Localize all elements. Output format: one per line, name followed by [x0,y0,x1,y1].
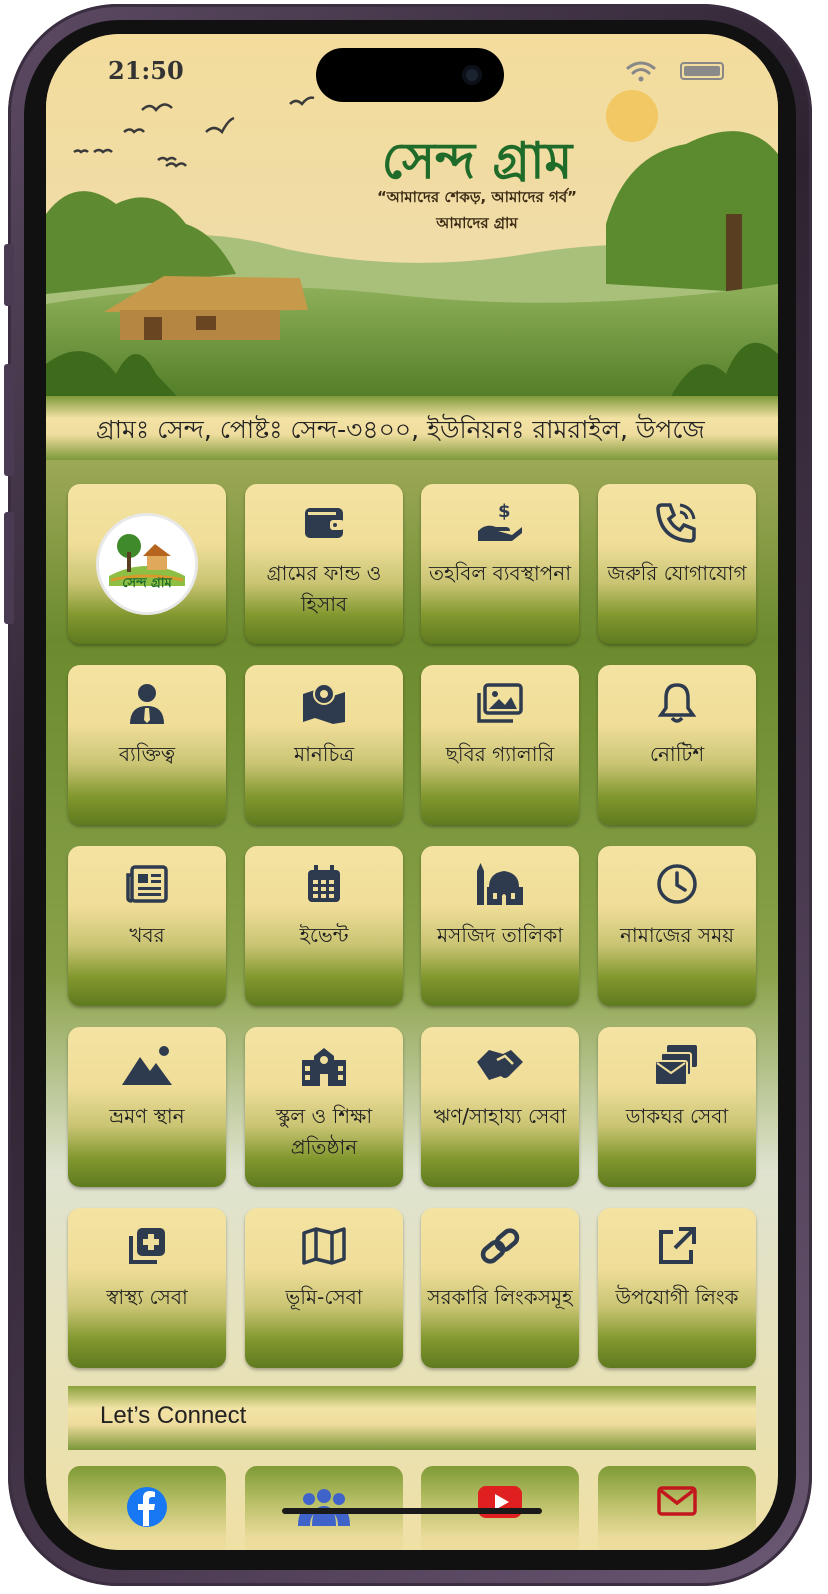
loan-help-tile[interactable]: ঋণ/সাহায্য সেবা [421,1027,579,1187]
email-button[interactable] [598,1466,756,1550]
external-link-icon [659,1227,696,1264]
tile-label: ভূমি-সেবা [285,1285,363,1309]
tile-label: নোটিশ [649,742,705,766]
government-links-tile[interactable]: সরকারি লিংকসমূহ [421,1208,579,1368]
group-icon [298,1489,350,1526]
folded-map-icon [302,1227,346,1265]
tile-label: উপযোগী লিংক [615,1285,739,1309]
tile-label: মানচিত্র [293,742,355,766]
tile-label: ঋণ/সাহায্য সেবা [433,1104,567,1128]
prayer-time-tile[interactable]: নামাজের সময় [598,846,756,1006]
map-tile[interactable]: মানচিত্র [245,665,403,825]
news-tile[interactable]: খবর [68,846,226,1006]
tile-label: ব্যক্তিত্ব [118,742,176,766]
address-marquee: গ্রামঃ সেন্দ, পোষ্টঃ সেন্দ-৩৪০০, ইউনিয়ন… [46,396,778,460]
svg-text:$: $ [498,501,511,522]
logo-text: সেন্দ গ্রাম [122,576,172,591]
village-logo: সেন্দ গ্রাম [99,516,195,612]
medical-plus-icon [129,1228,165,1264]
emergency-contact-tile[interactable]: জরুরি যোগাযোগ [598,484,756,644]
address-text: গ্রামঃ সেন্দ, পোষ্টঃ সেন্দ-৩৪০০, ইউনিয়ন… [96,415,705,444]
phone-icon [656,503,696,543]
silent-switch [4,244,14,306]
useful-links-tile[interactable]: উপযোগী লিংক [598,1208,756,1368]
gallery-icon [477,683,523,723]
village-fund-tile[interactable]: গ্রামের ফান্ড ও হিসাব [245,484,403,644]
mail-stack-icon [654,1045,697,1086]
tile-label: ছবির গ্যালারি [445,742,555,766]
fund-management-tile[interactable]: $ তহবিল ব্যবস্থাপনা [421,484,579,644]
tile-label: তহবিল ব্যবস্থাপনা [428,561,572,585]
banner-subtitle: আমাদের গ্রাম [436,214,518,232]
photo-gallery-tile[interactable]: ছবির গ্যালারি [421,665,579,825]
home-indicator[interactable] [282,1508,542,1514]
tile-label: নামাজের সময় [619,923,735,947]
facebook-icon [127,1487,167,1527]
tile-label: ডাকঘর সেবা [625,1104,729,1128]
hand-dollar-icon: $ [478,501,522,541]
map-pin-icon [303,683,345,724]
bell-icon [658,683,696,723]
tile-label: স্বাস্থ্য সেবা [106,1285,188,1309]
event-tile[interactable]: ইভেন্ট [245,846,403,1006]
post-office-tile[interactable]: ডাকঘর সেবা [598,1027,756,1187]
tile-label: জরুরি যোগাযোগ [607,561,747,585]
volume-down-button [4,512,14,624]
link-icon [480,1228,520,1264]
calendar-icon [308,865,340,902]
app-screen: সেন্দ গ্রাম “আমাদের শেকড়, আমাদের গর্ব” … [46,34,778,1550]
school-tile[interactable]: স্কুল ও শিক্ষা প্রতিষ্ঠান [245,1027,403,1187]
tile-label: ভ্রমণ স্থান [109,1104,185,1128]
mosque-icon [477,863,523,905]
notice-tile[interactable]: নোটিশ [598,665,756,825]
land-service-tile[interactable]: ভূমি-সেবা [245,1208,403,1368]
front-camera-icon [462,65,482,85]
wifi-icon [626,61,656,82]
tile-label: মসজিদ তালিকা [436,923,564,947]
health-service-tile[interactable]: স্বাস্থ্য সেবা [68,1208,226,1368]
travel-places-tile[interactable]: ভ্রমণ স্থান [68,1027,226,1187]
tile-label: স্কুল ও শিক্ষা প্রতিষ্ঠান [275,1104,373,1159]
mountain-icon [122,1046,172,1085]
personalities-tile[interactable]: ব্যক্তিত্ব [68,665,226,825]
tile-label: সরকারি লিংকসমূহ [427,1285,573,1309]
volume-up-button [4,364,14,476]
handshake-icon [477,1050,523,1080]
lets-connect-label: Let’s Connect [100,1402,247,1429]
clock-icon [657,864,697,904]
logo-tile[interactable]: সেন্দ গ্রাম [68,484,226,644]
facebook-button[interactable] [68,1466,226,1550]
tile-label: গ্রামের ফান্ড ও হিসাব [266,561,382,616]
lets-connect-header: Let’s Connect [68,1386,756,1450]
school-icon [302,1048,346,1086]
tile-label: ইভেন্ট [299,923,349,947]
banner-tagline: “আমাদের শেকড়, আমাদের গর্ব” [376,188,578,206]
mosque-list-tile[interactable]: মসজিদ তালিকা [421,846,579,1006]
village-logo-icon [99,516,195,612]
email-icon [657,1486,697,1516]
battery-icon [680,62,724,80]
newspaper-icon [126,865,168,903]
dynamic-island [316,48,504,102]
person-icon [130,684,164,724]
wallet-icon [305,508,344,538]
tile-label: খবর [129,923,165,947]
status-time: 21:50 [108,56,184,85]
